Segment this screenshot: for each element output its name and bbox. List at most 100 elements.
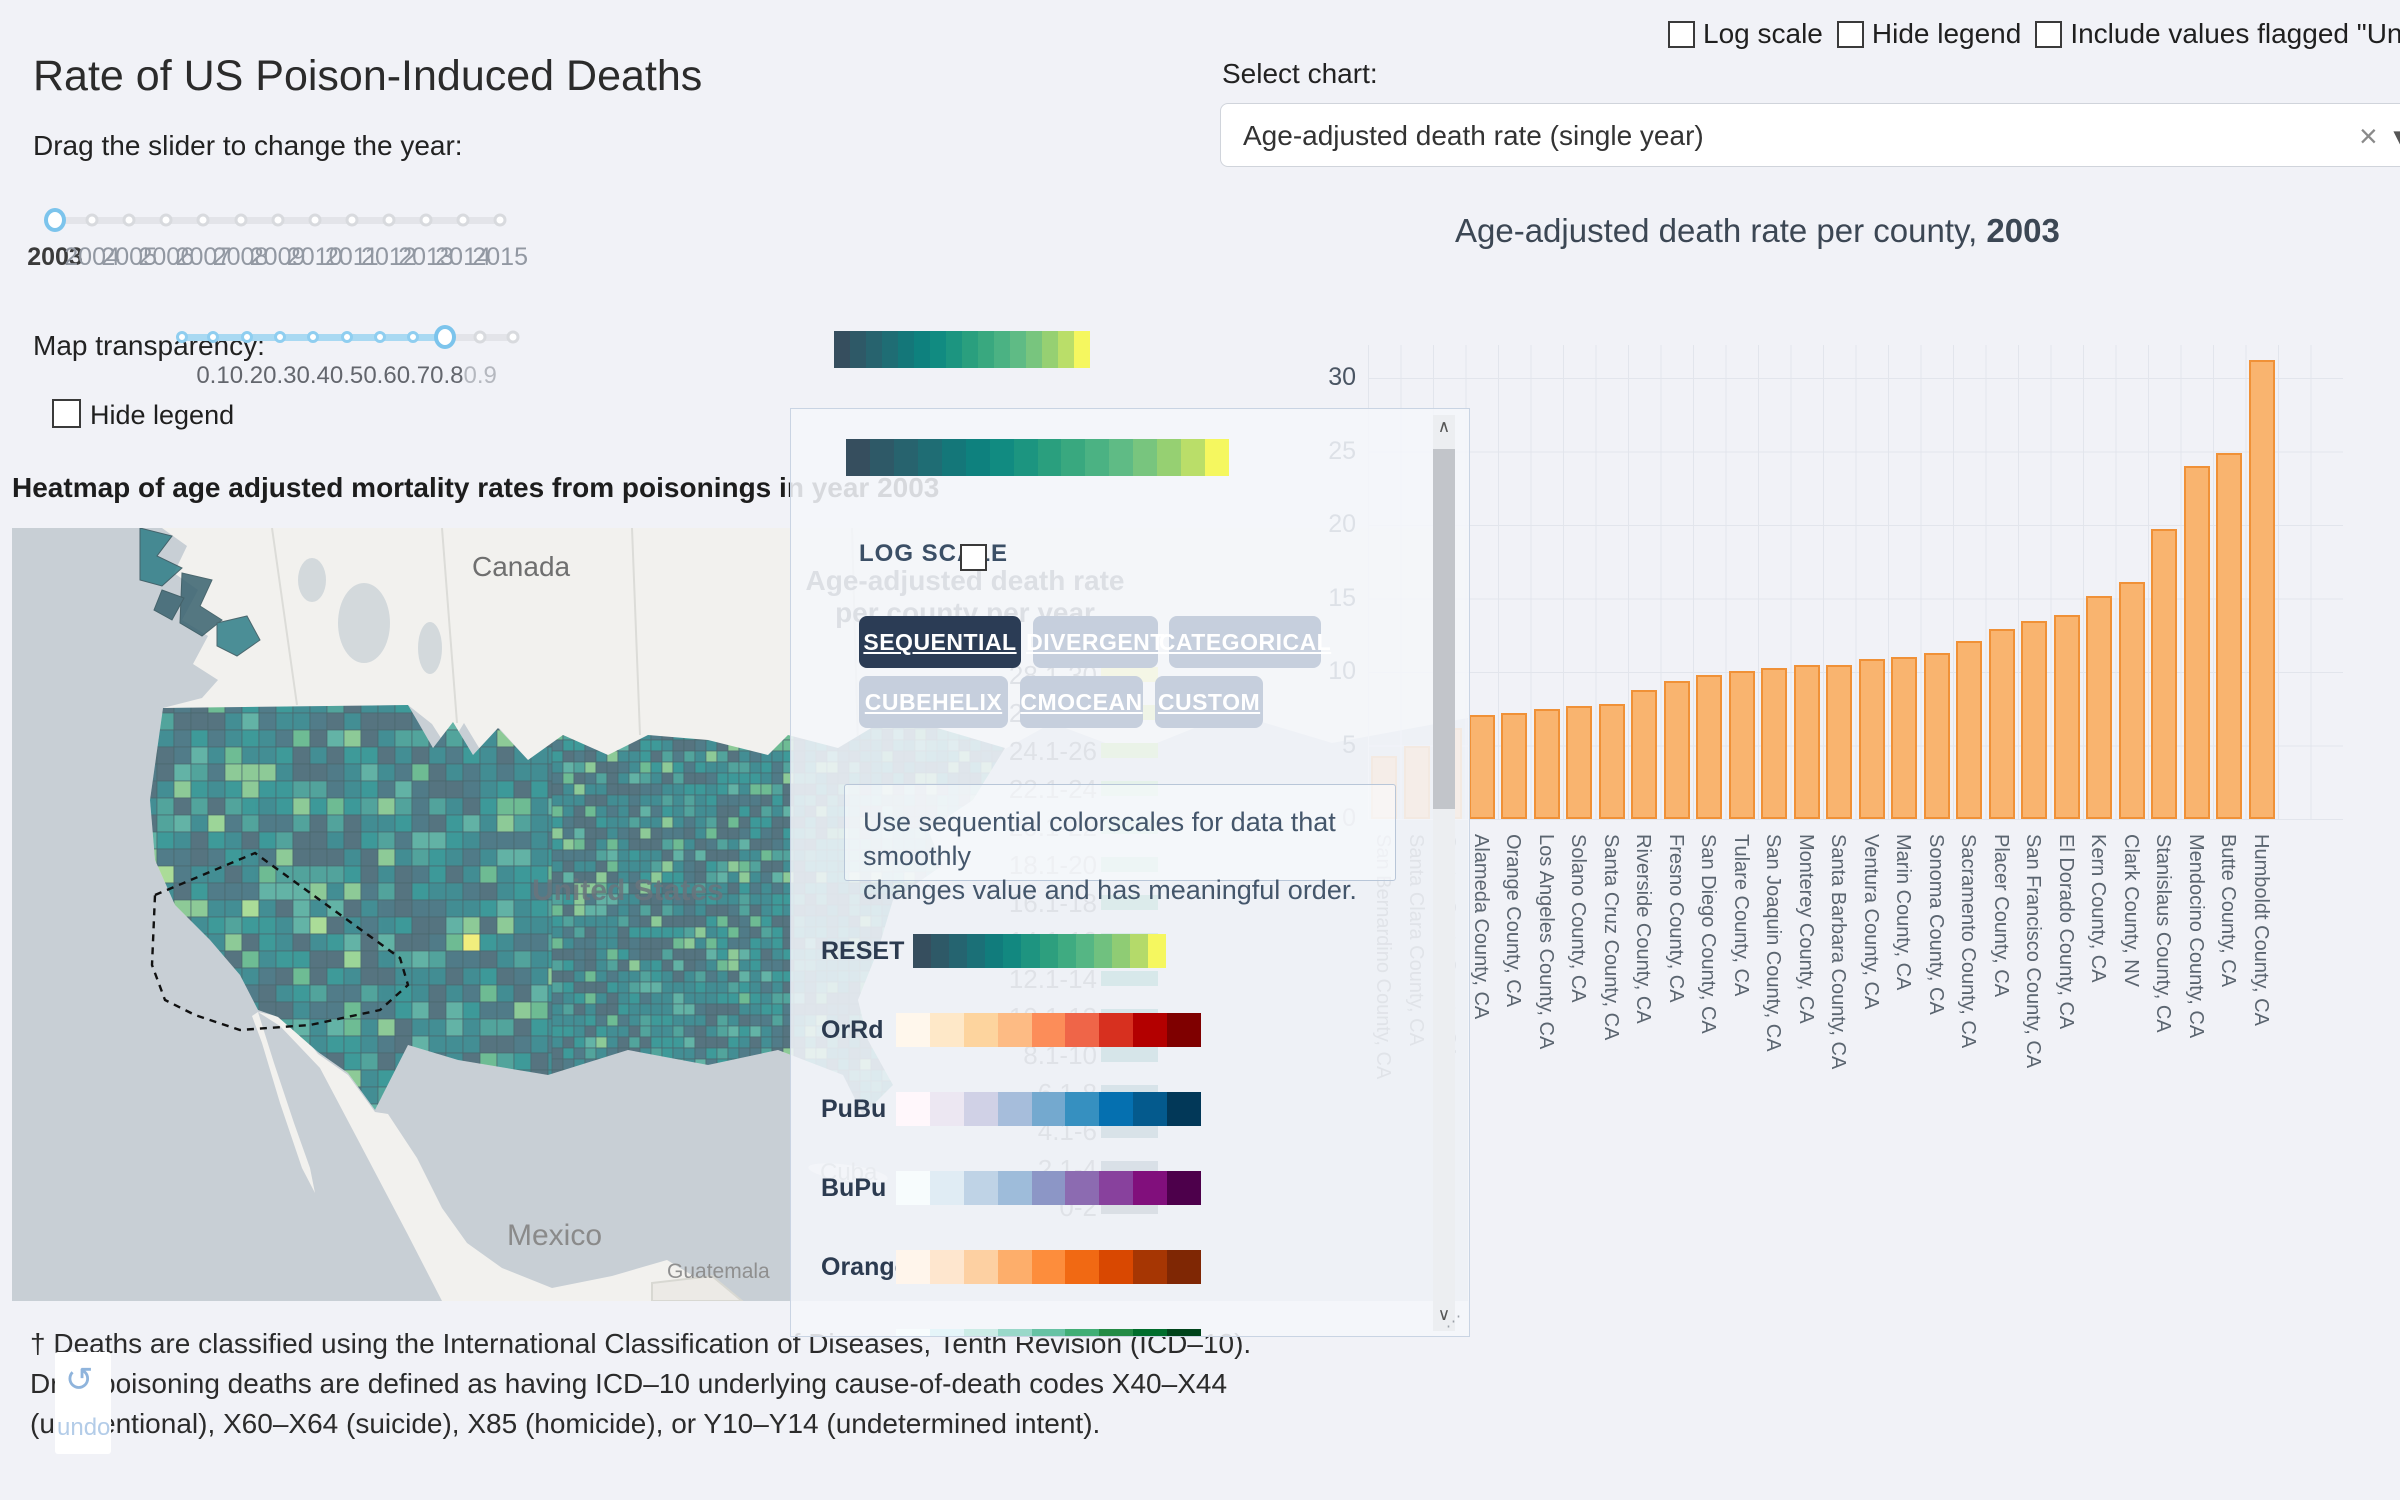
transparency-dot[interactable] bbox=[241, 331, 253, 343]
x-label: Placer County, CA bbox=[1989, 834, 2012, 998]
transparency-dot[interactable] bbox=[407, 331, 419, 343]
map-label-guatemala: Guatemala bbox=[667, 1260, 770, 1283]
bar-16[interactable] bbox=[1891, 657, 1918, 819]
year-slider-dot[interactable] bbox=[85, 213, 99, 227]
bar-5[interactable] bbox=[1533, 708, 1560, 819]
year-slider-dot[interactable] bbox=[419, 213, 433, 227]
bar-20[interactable] bbox=[2021, 620, 2048, 819]
x-label: Mendocino County, CA bbox=[2184, 834, 2207, 1039]
undo-label[interactable]: undo bbox=[57, 1414, 110, 1442]
year-slider-dot[interactable] bbox=[234, 213, 247, 227]
year-slider-handle[interactable] bbox=[44, 208, 66, 232]
popup-main-colorscale[interactable] bbox=[846, 439, 1229, 476]
canada-lake bbox=[298, 558, 326, 602]
bar-11[interactable] bbox=[1728, 670, 1755, 819]
year-slider-dot[interactable] bbox=[345, 213, 359, 227]
chart-select-value: Age-adjusted death rate (single year) bbox=[1243, 120, 1704, 151]
hide-legend-checkbox-left[interactable] bbox=[52, 399, 81, 428]
bar-7[interactable] bbox=[1598, 704, 1625, 819]
bar-24[interactable] bbox=[2151, 529, 2178, 819]
bar-27[interactable] bbox=[2248, 360, 2275, 819]
bar-13[interactable] bbox=[1793, 664, 1820, 819]
year-slider-dot[interactable] bbox=[271, 213, 285, 227]
tab-cmocean[interactable]: CMOCEAN bbox=[1020, 676, 1143, 728]
scale-bar-next[interactable] bbox=[896, 1329, 1202, 1336]
bar-8[interactable] bbox=[1631, 689, 1658, 819]
year-slider-dot[interactable] bbox=[382, 213, 396, 227]
x-label: El Dorado County, CA bbox=[2054, 834, 2077, 1030]
bar-15[interactable] bbox=[1858, 658, 1885, 819]
x-label: Los Angeles County, CA bbox=[1534, 834, 1557, 1050]
tab-cubehelix[interactable]: CUBEHELIX bbox=[859, 676, 1008, 728]
x-label: Alameda County, CA bbox=[1469, 834, 1492, 1020]
transparency-dot[interactable] bbox=[207, 331, 219, 343]
bar-25[interactable] bbox=[2183, 466, 2210, 819]
transparency-dot[interactable] bbox=[307, 331, 319, 343]
x-label: Fresno County, CA bbox=[1664, 834, 1687, 1003]
x-label: Stanislaus County, CA bbox=[2152, 834, 2175, 1033]
undo-icon: ↺ bbox=[65, 1361, 94, 1399]
transparency-dot[interactable] bbox=[176, 331, 188, 343]
year-slider-dot[interactable] bbox=[456, 213, 470, 227]
tab-categorical[interactable]: CATEGORICAL bbox=[1159, 616, 1331, 668]
transparency-label-0.8: 0.8 bbox=[430, 362, 464, 389]
undo-toast[interactable]: ↺ undo bbox=[55, 1352, 111, 1454]
bar-23[interactable] bbox=[2118, 582, 2145, 819]
transparency-dot[interactable] bbox=[274, 331, 286, 343]
scale-bar-RESET[interactable] bbox=[913, 934, 1167, 968]
scale-bar-PuBu[interactable] bbox=[896, 1092, 1202, 1126]
bar-19[interactable] bbox=[1988, 629, 2015, 819]
year-slider-dot[interactable] bbox=[308, 213, 322, 227]
x-label: Riverside County, CA bbox=[1632, 834, 1655, 1024]
popup-log-scale-checkbox[interactable] bbox=[960, 544, 987, 571]
year-slider-caption: Drag the slider to change the year: bbox=[33, 130, 463, 161]
bar-17[interactable] bbox=[1923, 652, 1950, 819]
transparency-dot[interactable] bbox=[374, 331, 386, 343]
popup-scrollbar-thumb[interactable] bbox=[1433, 449, 1455, 809]
x-label: Tulare County, CA bbox=[1729, 834, 1752, 997]
transparency-label-0.4: 0.4 bbox=[296, 362, 330, 389]
bar-10[interactable] bbox=[1696, 674, 1723, 819]
scale-bar-Oranges[interactable] bbox=[896, 1250, 1202, 1284]
bar-4[interactable] bbox=[1501, 713, 1528, 819]
tab-custom[interactable]: CUSTOM bbox=[1155, 676, 1263, 728]
bar-22[interactable] bbox=[2086, 595, 2113, 819]
scale-bar-OrRd[interactable] bbox=[896, 1013, 1202, 1047]
clear-icon[interactable]: × bbox=[2359, 118, 2378, 155]
bar-12[interactable] bbox=[1761, 667, 1788, 819]
tab-sequential[interactable]: SEQUENTIAL bbox=[859, 616, 1021, 668]
include-unreliable-checkbox[interactable] bbox=[2035, 20, 2063, 48]
colorscale-preview[interactable] bbox=[834, 331, 1090, 368]
transparency-dot[interactable] bbox=[341, 331, 353, 343]
x-label: Clark County, NV bbox=[2119, 834, 2142, 988]
transparency-dot[interactable] bbox=[473, 330, 487, 344]
year-slider-dot[interactable] bbox=[122, 213, 136, 227]
year-slider-dot[interactable] bbox=[159, 213, 173, 227]
scroll-up-icon[interactable]: ∧ bbox=[1433, 417, 1455, 437]
transparency-handle[interactable] bbox=[434, 325, 456, 349]
tab-divergent[interactable]: DIVERGENT bbox=[1026, 616, 1164, 668]
log-scale-checkbox[interactable] bbox=[1668, 20, 1695, 48]
scale-label-RESET: RESET bbox=[821, 937, 905, 965]
year-slider-dot[interactable] bbox=[493, 213, 507, 227]
chevron-down-icon[interactable]: ▼ bbox=[2389, 124, 2400, 150]
transparency-label-0.6: 0.6 bbox=[363, 362, 397, 389]
bar-9[interactable] bbox=[1663, 680, 1690, 819]
scale-bar-BuPu[interactable] bbox=[896, 1171, 1202, 1205]
transparency-dot[interactable] bbox=[506, 330, 520, 344]
bar-14[interactable] bbox=[1826, 664, 1853, 819]
year-slider-dot[interactable] bbox=[196, 213, 210, 227]
canada-lake bbox=[418, 622, 442, 674]
bar-26[interactable] bbox=[2216, 452, 2243, 819]
hide-legend-checkbox[interactable] bbox=[1836, 20, 1864, 48]
transparency-label-0.5: 0.5 bbox=[329, 362, 364, 389]
x-label: Sacramento County, CA bbox=[1957, 834, 1980, 1049]
bar-3[interactable] bbox=[1468, 714, 1495, 819]
bar-18[interactable] bbox=[1956, 641, 1983, 819]
hide-legend-label-left: Hide legend bbox=[90, 400, 235, 430]
bar-21[interactable] bbox=[2053, 614, 2080, 819]
colorscale-picker-popup[interactable]: LOG SCALE SEQUENTIAL DIVERGENT CATEGORIC… bbox=[790, 408, 1470, 1337]
resize-grip-icon[interactable]: ⋰ bbox=[1446, 1312, 1466, 1332]
bar-6[interactable] bbox=[1566, 705, 1593, 819]
chart-select-dropdown[interactable]: Age-adjusted death rate (single year) × … bbox=[1220, 103, 2400, 167]
